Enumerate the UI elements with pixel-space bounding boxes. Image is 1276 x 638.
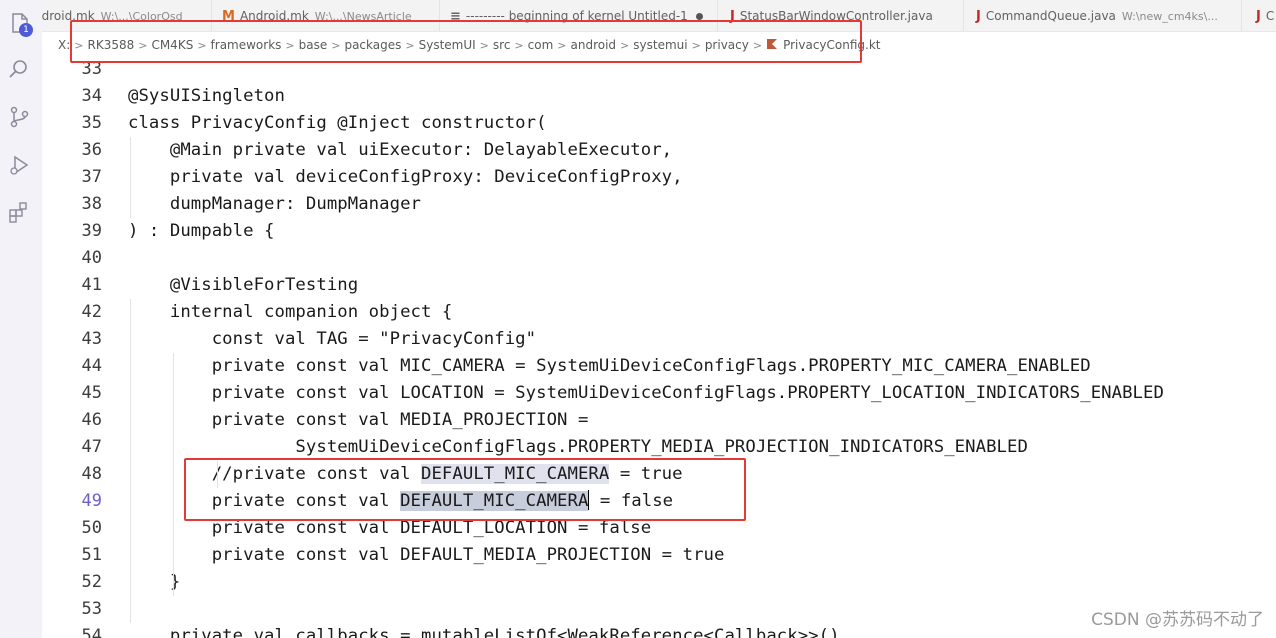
source-control-icon[interactable] [6,104,32,130]
code-line[interactable]: 36 @Main private val uiExecutor: Delayab… [42,137,1276,164]
line-number: 43 [81,329,102,349]
tab-label: CommandQueue.java [985,9,1116,23]
indent-guide [173,353,174,596]
code-text: SystemUiDeviceConfigFlags.PROPERTY_MEDIA… [128,437,1028,457]
unsaved-dot-icon [695,13,703,20]
code-editor[interactable]: 33 34 @SysUISingleton 35 class PrivacyConfig… [42,58,1276,638]
line-number: 39 [81,221,102,241]
breadcrumb-annotation-box [70,20,862,63]
tab-label: C [1265,9,1275,23]
line-number: 52 [81,572,102,592]
line-number: 51 [81,545,102,565]
code-line[interactable]: 40 [42,245,1276,272]
code-line[interactable]: 45 private const val LOCATION = SystemUi… [42,380,1276,407]
code-line[interactable]: 52 } [42,569,1276,596]
line-number: 41 [81,275,102,295]
code-line[interactable]: 51 private const val DEFAULT_MEDIA_PROJE… [42,542,1276,569]
code-text: class PrivacyConfig @Inject constructor( [128,113,547,133]
code-text: private const val DEFAULT_MEDIA_PROJECTI… [128,545,725,565]
code-text: ) : Dumpable { [128,221,275,241]
code-text: private const val MEDIA_PROJECTION = [128,410,589,430]
code-text: private const val MIC_CAMERA = SystemUiD… [128,356,1091,376]
code-line[interactable]: 44 private const val MIC_CAMERA = System… [42,353,1276,380]
search-icon[interactable] [6,56,32,82]
line-number: 40 [81,248,102,268]
line-number: 44 [81,356,102,376]
code-line[interactable]: 35 class PrivacyConfig @Inject constructo… [42,110,1276,137]
explorer-badge: 1 [19,23,33,37]
java-file-icon: J [976,9,981,24]
code-line[interactable]: 47 SystemUiDeviceConfigFlags.PROPERTY_ME… [42,434,1276,461]
code-text: private const val LOCATION = SystemUiDev… [128,383,1164,403]
line-number: 50 [81,518,102,538]
code-line[interactable]: 43 const val TAG = "PrivacyConfig" [42,326,1276,353]
code-line[interactable]: 37 private val deviceConfigProxy: Device… [42,164,1276,191]
code-text: dumpManager: DumpManager [128,194,421,214]
code-text: private val callbacks = mutableListOf<We… [128,626,840,638]
code-text: const val TAG = "PrivacyConfig" [128,329,537,349]
code-annotation-box [184,458,746,521]
line-number: 46 [81,410,102,430]
activity-bar: 1 [0,0,42,638]
code-text: @SysUISingleton [128,86,285,106]
code-text: private val deviceConfigProxy: DeviceCon… [128,167,683,187]
code-line[interactable]: 41 @VisibleForTesting [42,272,1276,299]
code-text: internal companion object { [128,302,453,322]
line-number: 34 [81,86,102,106]
indent-guide [130,137,131,218]
code-line[interactable]: 34 @SysUISingleton [42,83,1276,110]
line-number: 48 [81,464,102,484]
tab-commandqueue[interactable]: J CommandQueue.java W:\new_cm4ks\... [964,0,1242,31]
line-number: 49 [81,491,102,511]
code-line[interactable]: 38 dumpManager: DumpManager [42,191,1276,218]
run-debug-icon[interactable] [6,152,32,178]
code-text: @VisibleForTesting [128,275,359,295]
breadcrumb-item[interactable]: X: [58,38,70,52]
watermark: CSDN @苏苏码不动了 [1091,610,1264,630]
line-number: 36 [81,140,102,160]
line-number: 42 [81,302,102,322]
code-line[interactable]: 46 private const val MEDIA_PROJECTION = [42,407,1276,434]
java-file-icon: J [1256,9,1261,24]
line-number: 53 [81,599,102,619]
line-number: 38 [81,194,102,214]
tab-overflow[interactable]: JC [1242,0,1276,31]
line-number: 45 [81,383,102,403]
line-number: 37 [81,167,102,187]
tab-description: W:\new_cm4ks\... [1121,10,1218,23]
line-number: 47 [81,437,102,457]
code-text: @Main private val uiExecutor: DelayableE… [128,140,673,160]
code-line[interactable]: 39 ) : Dumpable { [42,218,1276,245]
indent-guide [130,299,131,623]
line-number: 54 [81,626,102,638]
extensions-icon[interactable] [6,200,32,226]
code-line[interactable]: 42 internal companion object { [42,299,1276,326]
line-number: 35 [81,113,102,133]
